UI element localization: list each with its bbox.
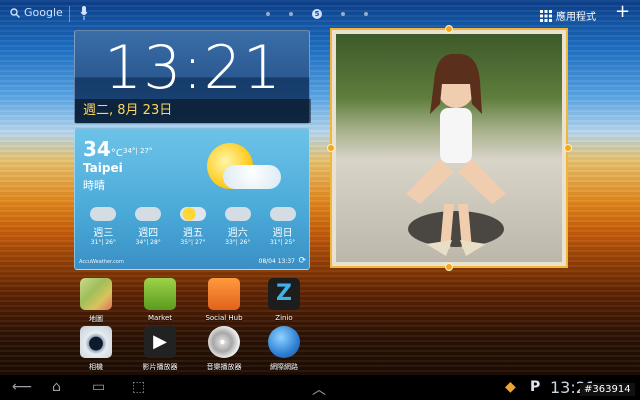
current-temperature: 34°C: [83, 137, 123, 161]
app-zinio[interactable]: Z Zinio: [254, 278, 314, 322]
forecast-day: 週六 33°| 26°: [218, 207, 258, 246]
market-bag-icon: [144, 278, 176, 310]
system-navbar: ⟵ ⌂ ▭ ⬚ ︿ ◆ P 13:21: [0, 375, 640, 400]
apps-button[interactable]: 應用程式: [540, 8, 596, 23]
app-maps[interactable]: 地圖: [66, 278, 126, 324]
camera-icon: [80, 326, 112, 358]
app-camera[interactable]: 相機: [66, 326, 126, 372]
cloud-icon: [223, 165, 281, 189]
sun-cloud-icon: [179, 207, 206, 221]
weather-condition: 時晴: [83, 179, 105, 192]
globe-icon: [268, 326, 300, 358]
music-player-icon: [208, 326, 240, 358]
weather-widget[interactable]: 34°C 34°| 27° Taipei 時晴 週三 31°| 26° 週四 34°…: [74, 128, 310, 270]
recent-apps-icon[interactable]: ▭: [92, 379, 105, 395]
video-player-icon: ▶: [144, 326, 176, 358]
cloud-rain-icon: [135, 207, 162, 221]
app-music-player[interactable]: 音樂播放器: [194, 326, 254, 372]
grid-icon: [540, 9, 552, 22]
resize-handle-top[interactable]: [445, 25, 453, 33]
google-search-button[interactable]: Google: [10, 6, 63, 19]
zinio-icon: Z: [268, 278, 300, 310]
app-market[interactable]: Market: [130, 278, 190, 322]
pager-dot[interactable]: [364, 12, 368, 16]
weather-timestamp: 08/04 13:37: [258, 258, 296, 265]
notification-icon[interactable]: ◆: [505, 379, 516, 395]
city-name: Taipei: [83, 161, 123, 175]
image-id-badge: #363914: [580, 383, 635, 396]
pager-dot[interactable]: [289, 12, 293, 16]
app-video-player[interactable]: ▶ 影片播放器: [130, 326, 190, 372]
person-photo: [406, 53, 506, 256]
google-label: Google: [24, 6, 63, 19]
back-icon[interactable]: ⟵: [12, 379, 32, 395]
clock-time: 13:21: [104, 33, 282, 103]
temperature-range: 34°| 27°: [123, 147, 153, 155]
home-icon[interactable]: ⌂: [52, 379, 61, 395]
forecast-row: 週三 31°| 26° 週四 34°| 28° 週五 35°| 27° 週六 33°| …: [75, 207, 309, 246]
app-social-hub[interactable]: Social Hub: [194, 278, 254, 322]
app-browser[interactable]: 網際網路: [254, 326, 314, 372]
refresh-icon[interactable]: ⟳: [298, 256, 306, 266]
forecast-day: 週日 31°| 25°: [263, 207, 303, 246]
clock-widget[interactable]: 13:21 週二, 8月 23日: [74, 30, 311, 124]
add-icon[interactable]: +: [615, 3, 630, 21]
photo: [336, 34, 562, 262]
microphone-icon[interactable]: [80, 5, 88, 21]
clock-date: 週二, 8月 23日: [75, 99, 311, 123]
social-hub-icon: [208, 278, 240, 310]
top-bar: Google 5 應用程式 +: [0, 0, 640, 28]
resize-handle-right[interactable]: [564, 144, 572, 152]
maps-icon: [80, 278, 112, 310]
cloud-rain-icon: [224, 207, 251, 221]
p-icon[interactable]: P: [530, 379, 540, 395]
forecast-day: 週四 34°| 28°: [128, 207, 168, 246]
cloud-rain-icon: [90, 207, 117, 221]
weather-provider: AccuWeather.com: [79, 259, 124, 265]
cloud-rain-icon: [269, 207, 296, 221]
screenshot-icon[interactable]: ⬚: [132, 379, 145, 395]
pager-dot[interactable]: [341, 12, 345, 16]
search-icon: [10, 7, 20, 18]
pager-dot[interactable]: [266, 12, 270, 16]
photo-frame-widget[interactable]: [327, 25, 572, 271]
forecast-day: 週三 31°| 26°: [83, 207, 123, 246]
resize-handle-bottom[interactable]: [445, 263, 453, 271]
resize-handle-left[interactable]: [327, 144, 335, 152]
apps-label: 應用程式: [556, 12, 596, 23]
forecast-day: 週五 35°| 27°: [173, 207, 213, 246]
pager-dot-active[interactable]: 5: [312, 9, 322, 19]
chevron-up-icon[interactable]: ︿: [312, 379, 326, 399]
home-pager[interactable]: 5: [266, 9, 368, 19]
divider: [69, 6, 70, 22]
